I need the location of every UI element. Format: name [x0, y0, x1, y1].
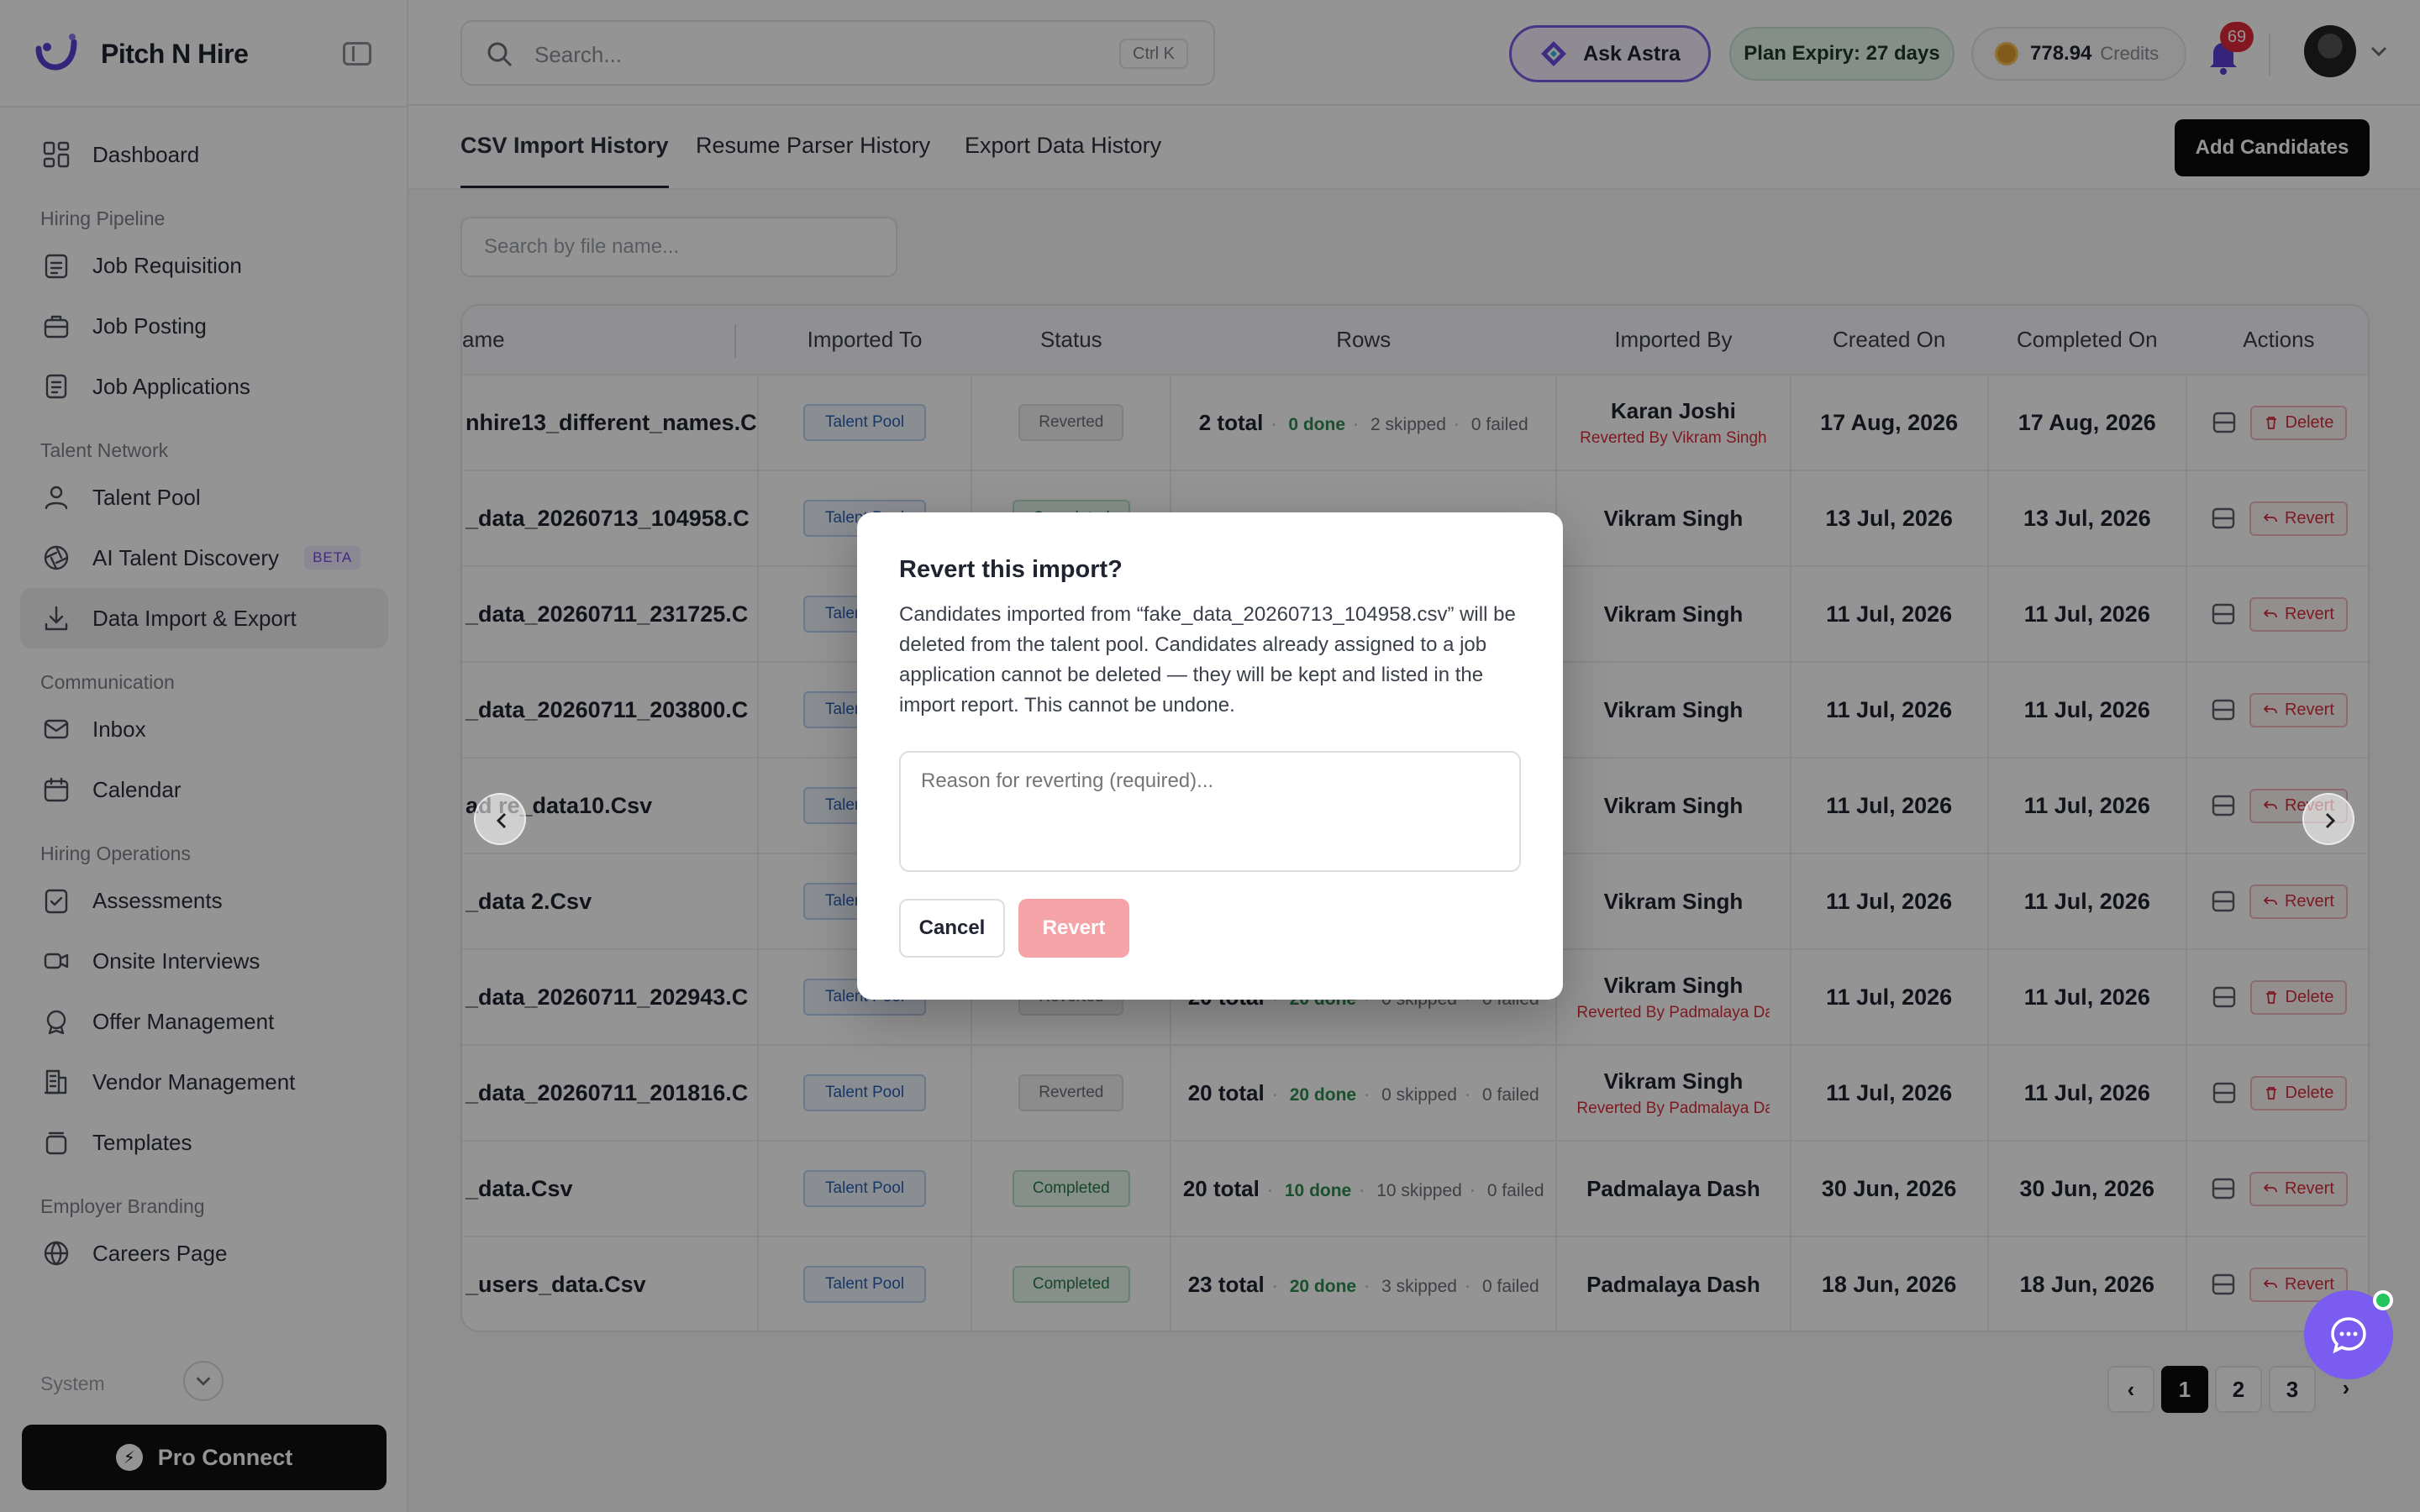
scroll-left-button[interactable] [474, 793, 526, 845]
dialog-message: Candidates imported from “fake_data_2026… [899, 603, 1516, 717]
revert-import-dialog: Revert this import? Candidates imported … [857, 512, 1563, 1000]
online-indicator [2373, 1290, 2393, 1310]
chevron-left-icon [496, 812, 507, 829]
scroll-right-button[interactable] [2302, 793, 2354, 845]
chat-bubble-icon [2331, 1317, 2366, 1354]
chevron-right-icon [2325, 812, 2336, 829]
revert-button[interactable]: Revert [1018, 899, 1129, 958]
dialog-title: Revert this import? [899, 556, 1123, 583]
cancel-button[interactable]: Cancel [899, 899, 1005, 958]
chat-button[interactable] [2304, 1290, 2393, 1379]
revert-reason-input[interactable] [899, 751, 1521, 872]
